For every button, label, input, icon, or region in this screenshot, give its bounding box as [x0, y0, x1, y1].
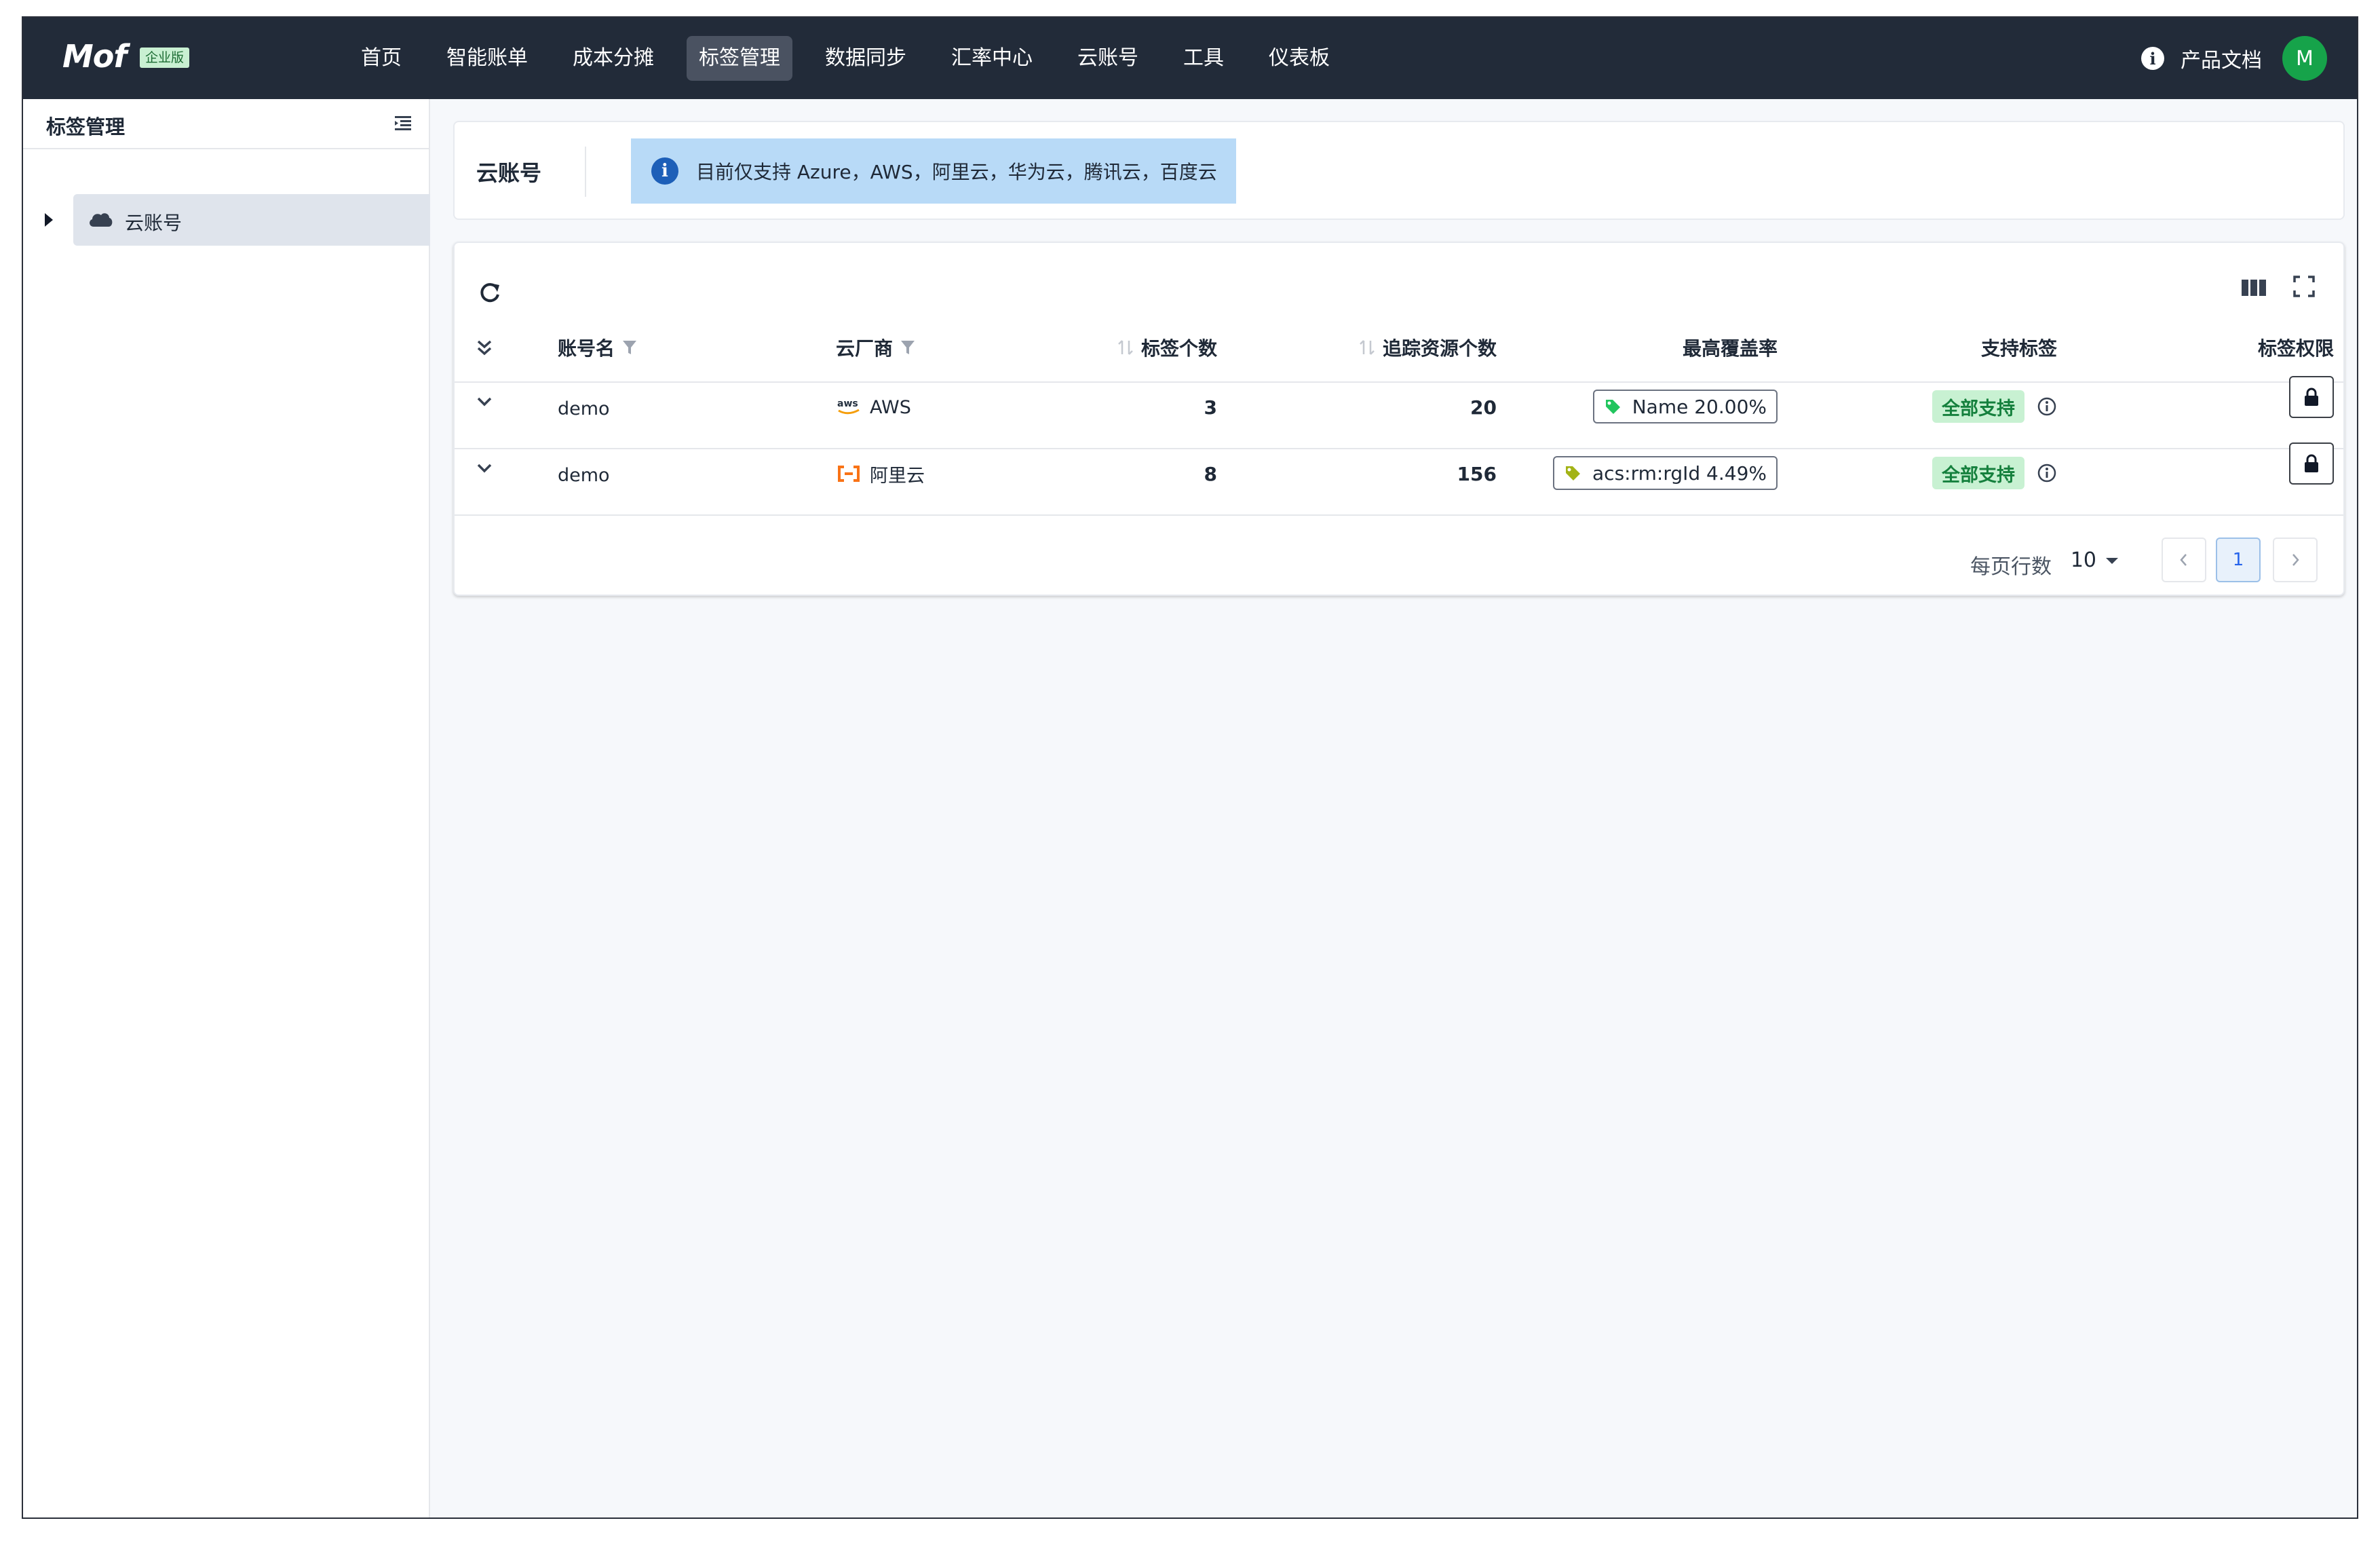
- column-header-label: 云厂商: [836, 337, 894, 360]
- coverage-text: Name 20.00%: [1632, 395, 1767, 418]
- nav-item-data-sync[interactable]: 数据同步: [813, 36, 919, 81]
- filter-icon[interactable]: [900, 339, 916, 356]
- page-title: 云账号: [476, 160, 542, 186]
- column-header-label: 账号名: [558, 337, 615, 360]
- column-header-tag-count[interactable]: 标签个数: [1117, 333, 1217, 362]
- svg-text:aws: aws: [837, 398, 858, 409]
- column-header-label: 追踪资源个数: [1382, 337, 1497, 360]
- vendor-cell: 阿里云: [836, 459, 925, 489]
- nav-item-exchange-rate[interactable]: 汇率中心: [939, 36, 1045, 81]
- rows-per-page-label: 每页行数: [1970, 555, 2052, 579]
- app-window: Mof 企业版 首页 智能账单 成本分摊 标签管理 数据同步 汇率中心 云账号 …: [22, 16, 2358, 1519]
- product-docs-link[interactable]: 产品文档: [2181, 43, 2262, 73]
- rows-per-page-value: 10: [2070, 548, 2096, 572]
- row-divider: [455, 514, 2343, 516]
- topbar-right: i 产品文档 M: [2141, 35, 2327, 81]
- app-logo[interactable]: Mof: [62, 38, 127, 75]
- tree-item-label: 云账号: [125, 212, 183, 234]
- support-badge: 全部支持: [1932, 390, 2024, 423]
- refresh-icon[interactable]: [476, 280, 503, 307]
- tracked-resource-count: 20: [1470, 396, 1497, 419]
- column-header-label: 标签个数: [1140, 337, 1217, 360]
- divider: [585, 147, 586, 197]
- tag-count: 3: [1204, 396, 1217, 419]
- next-page-button[interactable]: [2273, 538, 2318, 582]
- info-filled-icon: i: [651, 157, 678, 185]
- row-divider: [455, 448, 2343, 449]
- nav-item-dashboard[interactable]: 仪表板: [1256, 36, 1342, 81]
- fullscreen-icon[interactable]: [2290, 273, 2318, 300]
- rows-per-page-select[interactable]: 10: [2071, 548, 2119, 572]
- support-notice: i 目前仅支持 Azure，AWS，阿里云，华为云，腾讯云，百度云: [631, 138, 1236, 204]
- nav-item-cloud-account[interactable]: 云账号: [1065, 36, 1151, 81]
- tag-permission-button[interactable]: [2289, 442, 2334, 485]
- tag-icon: [1566, 466, 1581, 480]
- coverage-text: acs:rm:rgId 4.49%: [1592, 461, 1767, 485]
- chevron-left-icon: [2180, 554, 2187, 566]
- coverage-tag[interactable]: acs:rm:rgId 4.49%: [1553, 456, 1778, 490]
- caret-down-icon: [2106, 557, 2118, 564]
- vendor-name: AWS: [870, 396, 911, 418]
- edition-badge: 企业版: [140, 48, 190, 68]
- nav-item-cost-allocation[interactable]: 成本分摊: [560, 36, 666, 81]
- tracked-resource-count: 156: [1457, 462, 1497, 485]
- collapse-sidebar-icon[interactable]: [392, 113, 414, 134]
- main-nav: 首页 智能账单 成本分摊 标签管理 数据同步 汇率中心 云账号 工具 仪表板: [349, 33, 1362, 84]
- chevron-down-icon[interactable]: [474, 391, 495, 413]
- column-header-label: 支持标签: [1980, 337, 2057, 360]
- sidebar-title: 标签管理: [46, 115, 126, 138]
- lock-icon: [2305, 388, 2318, 406]
- user-avatar[interactable]: M: [2282, 36, 2327, 81]
- chevron-right-icon: [2292, 554, 2299, 566]
- page-button-current[interactable]: 1: [2216, 538, 2261, 582]
- coverage-tag[interactable]: Name 20.00%: [1592, 390, 1778, 423]
- column-header-tracked-resources[interactable]: 追踪资源个数: [1358, 333, 1497, 362]
- account-name: demo: [558, 398, 610, 419]
- support-badge: 全部支持: [1932, 457, 2024, 489]
- column-header-tag-permission: 标签权限: [2258, 333, 2334, 362]
- tag-permission-button[interactable]: [2289, 376, 2334, 418]
- nav-item-tag-management[interactable]: 标签管理: [687, 36, 792, 81]
- caret-right-icon[interactable]: [42, 209, 56, 231]
- lock-icon: [2305, 454, 2318, 472]
- aws-logo-icon: aws: [837, 398, 860, 415]
- column-header-label: 最高覆盖率: [1682, 337, 1778, 360]
- info-outline-icon[interactable]: [2037, 396, 2057, 417]
- tag-icon: [1605, 400, 1620, 414]
- sort-icon[interactable]: [1358, 338, 1376, 357]
- cloud-icon: [90, 213, 113, 227]
- tag-count: 8: [1204, 462, 1217, 485]
- column-header-supported-tags: 支持标签: [1981, 333, 2057, 362]
- sidebar: 标签管理 云账号: [23, 99, 430, 1517]
- info-icon[interactable]: i: [2141, 47, 2164, 70]
- aliyun-logo-icon: [838, 466, 860, 482]
- column-header-account[interactable]: 账号名: [558, 333, 638, 362]
- sort-icon[interactable]: [1117, 338, 1134, 357]
- vendor-name: 阿里云: [870, 465, 925, 487]
- chevron-down-icon[interactable]: [474, 457, 495, 479]
- info-outline-icon[interactable]: [2037, 463, 2057, 483]
- nav-item-smart-bill[interactable]: 智能账单: [434, 36, 540, 81]
- accounts-table-card: 账号名 云厂商 标签个数 追踪资源个数 最高覆盖率 支持标签 标签权限 demo…: [453, 242, 2345, 596]
- column-header-max-coverage: 最高覆盖率: [1683, 333, 1778, 362]
- nav-item-home[interactable]: 首页: [349, 36, 414, 81]
- top-navbar: Mof 企业版 首页 智能账单 成本分摊 标签管理 数据同步 汇率中心 云账号 …: [23, 18, 2357, 99]
- header-divider: [455, 381, 2343, 383]
- sidebar-header: 标签管理: [23, 99, 429, 149]
- filter-icon[interactable]: [621, 339, 638, 356]
- page-header-card: 云账号 i 目前仅支持 Azure，AWS，阿里云，华为云，腾讯云，百度云: [453, 121, 2345, 220]
- account-name: demo: [558, 464, 610, 486]
- prev-page-button[interactable]: [2162, 538, 2206, 582]
- column-settings-icon[interactable]: [2239, 273, 2269, 303]
- vendor-cell: aws AWS: [836, 392, 911, 422]
- column-header-label: 标签权限: [2257, 337, 2334, 360]
- column-header-vendor[interactable]: 云厂商: [836, 333, 916, 362]
- expand-all-icon[interactable]: [474, 337, 495, 358]
- nav-item-tools[interactable]: 工具: [1171, 36, 1236, 81]
- notice-text: 目前仅支持 Azure，AWS，阿里云，华为云，腾讯云，百度云: [696, 161, 1217, 183]
